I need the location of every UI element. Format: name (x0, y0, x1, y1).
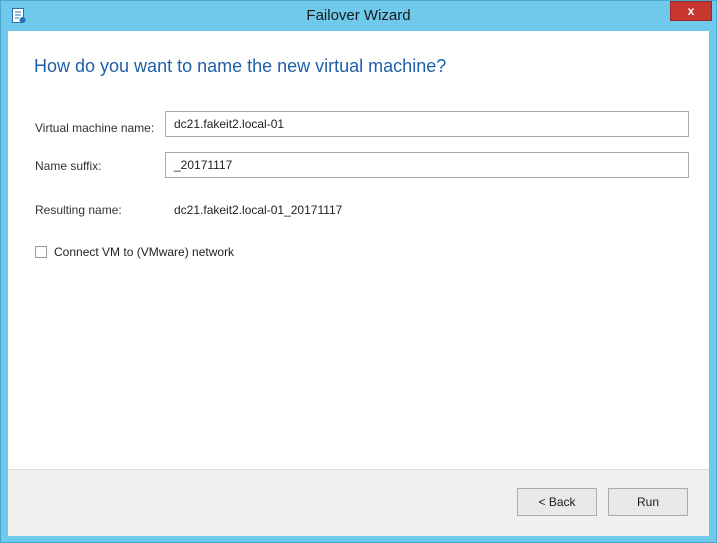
name-suffix-label: Name suffix: (35, 159, 102, 173)
vm-name-label: Virtual machine name: (35, 121, 155, 135)
connect-network-checkbox[interactable] (35, 246, 47, 258)
resulting-name-value: dc21.fakeit2.local-01_20171117 (174, 203, 343, 217)
close-icon: x (687, 4, 695, 18)
wizard-content: How do you want to name the new virtual … (8, 31, 709, 536)
resulting-name-label: Resulting name: (35, 203, 122, 217)
name-suffix-input[interactable]: _20171117 (165, 152, 689, 178)
failover-wizard-window: Failover Wizard x How do you want to nam… (0, 0, 717, 543)
page-heading: How do you want to name the new virtual … (34, 56, 447, 76)
connect-network-label[interactable]: Connect VM to (VMware) network (54, 245, 234, 259)
title-bar[interactable]: Failover Wizard x (1, 1, 716, 31)
run-button[interactable]: Run (608, 488, 688, 516)
wizard-footer: < Back Run (8, 469, 709, 536)
close-button[interactable]: x (670, 1, 712, 21)
window-title: Failover Wizard (306, 7, 411, 24)
back-button[interactable]: < Back (517, 488, 597, 516)
vm-name-input[interactable]: dc21.fakeit2.local-01 (165, 111, 689, 137)
